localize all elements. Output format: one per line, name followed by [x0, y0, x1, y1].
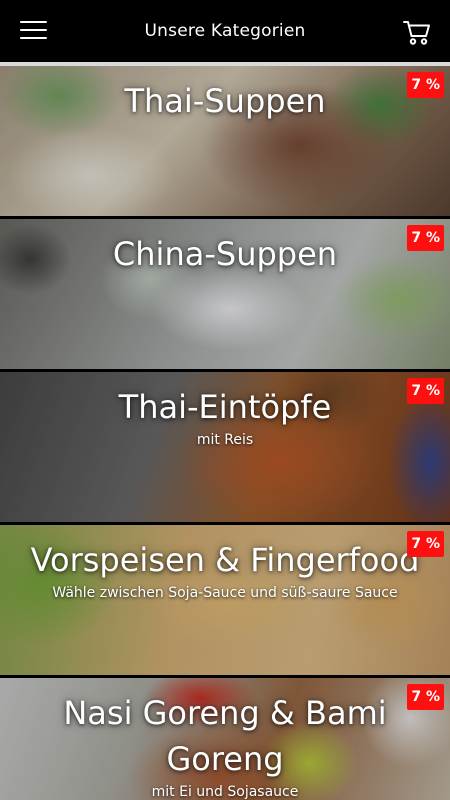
category-title: China-Suppen: [112, 235, 338, 273]
tax-badge: 7 %: [407, 531, 444, 557]
app-bar: Unsere Kategorien: [0, 0, 450, 62]
category-title: Nasi Goreng & Bami Goreng: [63, 694, 387, 778]
hamburger-menu-icon[interactable]: [20, 19, 47, 41]
category-title: Thai-Suppen: [124, 82, 326, 120]
category-card-thai-suppen[interactable]: Thai-Suppen 7 %: [0, 66, 450, 216]
category-list: Thai-Suppen 7 % China-Suppen 7 % Thai-Ei…: [0, 66, 450, 800]
page-title: Unsere Kategorien: [144, 21, 306, 41]
tax-badge: 7 %: [407, 225, 444, 251]
category-subtitle: Wähle zwischen Soja-Sauce und süß-saure …: [52, 585, 398, 601]
category-card-china-suppen[interactable]: China-Suppen 7 %: [0, 219, 450, 369]
category-title: Vorspeisen & Fingerfood: [30, 541, 420, 579]
category-card-nasi-goreng[interactable]: Nasi Goreng & Bami Goreng mit Ei und Soj…: [0, 678, 450, 800]
category-subtitle: mit Ei und Sojasauce: [151, 784, 299, 800]
tax-badge: 7 %: [407, 378, 444, 404]
shopping-cart-icon[interactable]: [402, 17, 432, 47]
category-card-thai-eintoepfe[interactable]: Thai-Eintöpfe mit Reis 7 %: [0, 372, 450, 522]
tax-badge: 7 %: [407, 72, 444, 98]
category-title: Thai-Eintöpfe: [118, 388, 332, 426]
tax-badge: 7 %: [407, 684, 444, 710]
category-card-vorspeisen[interactable]: Vorspeisen & Fingerfood Wähle zwischen S…: [0, 525, 450, 675]
category-subtitle: mit Reis: [196, 432, 254, 448]
